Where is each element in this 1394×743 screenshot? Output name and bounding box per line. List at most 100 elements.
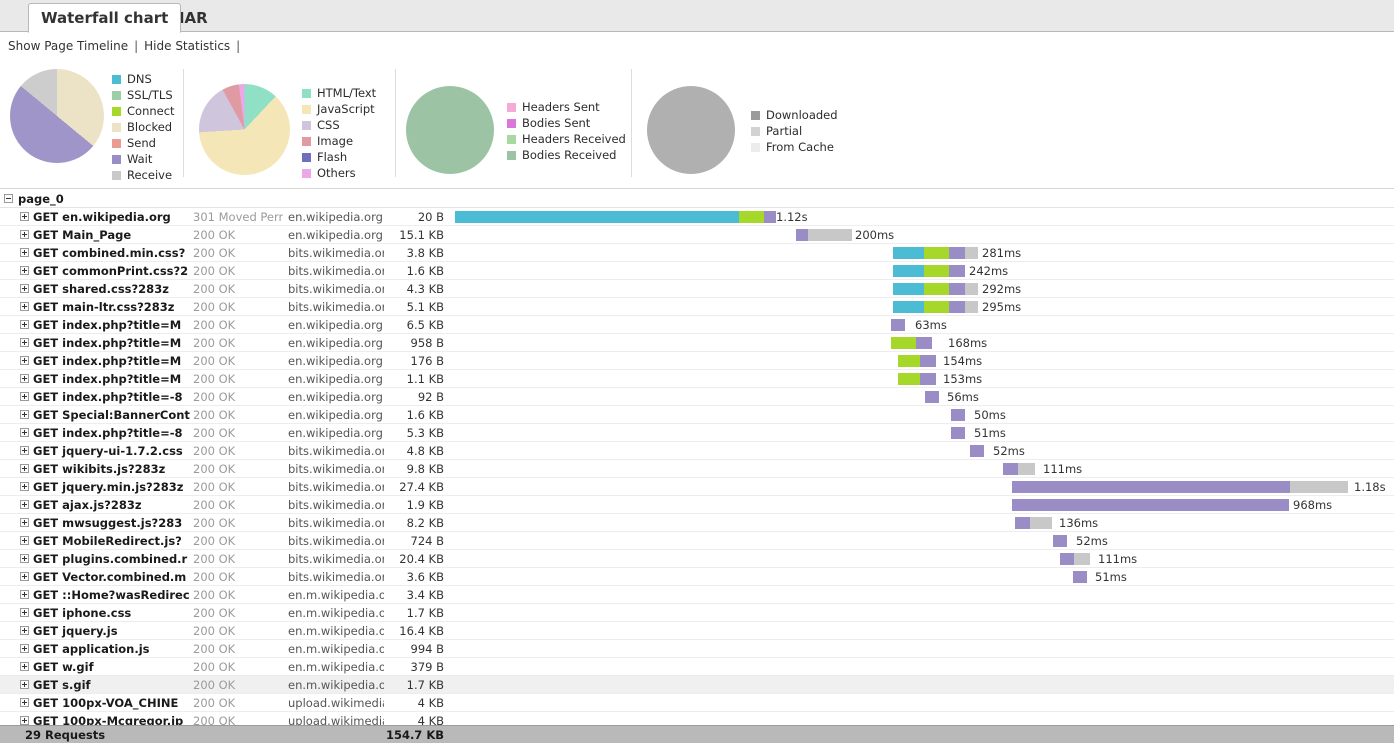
timeline-segment-receive [1290,481,1348,493]
expand-icon[interactable] [20,302,29,311]
table-row[interactable]: GET Vector.combined.m200 OKbits.wikimedi… [0,568,1394,586]
summary-bar: 29 Requests 154.7 KB [0,725,1394,743]
expand-icon[interactable] [20,356,29,365]
tab-waterfall-chart[interactable]: Waterfall chart [28,3,181,33]
table-row[interactable]: GET 100px-Mcgregor.jp200 OKupload.wikime… [0,712,1394,725]
expand-icon[interactable] [20,338,29,347]
transfer-legend-label: Bodies Sent [522,115,590,131]
table-row[interactable]: GET wikibits.js?283z200 OKbits.wikimedia… [0,460,1394,478]
waterfall-grid[interactable]: page_0 GET en.wikipedia.org301 Moved Per… [0,190,1394,725]
request-server: upload.wikimedia. [288,714,384,725]
expand-icon[interactable] [20,626,29,635]
content-legend-item: CSS [302,117,376,133]
table-row[interactable]: GET commonPrint.css?2200 OKbits.wikimedi… [0,262,1394,280]
expand-icon[interactable] [20,536,29,545]
cache-legend-label: Downloaded [766,107,838,123]
table-row[interactable]: GET index.php?title=-8200 OKen.wikipedia… [0,424,1394,442]
cache-legend-swatch-icon [751,127,760,136]
table-row[interactable]: GET en.wikipedia.org301 Moved Permaren.w… [0,208,1394,226]
content-legend-item: Others [302,165,376,181]
request-status: 200 OK [193,444,283,458]
table-row[interactable]: GET jquery.min.js?283z200 OKbits.wikimed… [0,478,1394,496]
transfer-legend-swatch-icon [507,151,516,160]
expand-icon[interactable] [20,284,29,293]
table-row[interactable]: GET jquery-ui-1.7.2.css200 OKbits.wikime… [0,442,1394,460]
expand-icon[interactable] [20,644,29,653]
expand-icon[interactable] [20,590,29,599]
expand-icon[interactable] [20,248,29,257]
expand-icon[interactable] [20,608,29,617]
table-row[interactable]: GET w.gif200 OKen.m.wikipedia.org379 B [0,658,1394,676]
expand-icon[interactable] [20,698,29,707]
expand-icon[interactable] [20,212,29,221]
expand-icon[interactable] [20,464,29,473]
expand-icon[interactable] [20,428,29,437]
request-size: 1.9 KB [376,498,444,512]
table-row[interactable]: GET iphone.css200 OKen.m.wikipedia.org1.… [0,604,1394,622]
expand-icon[interactable] [20,716,29,725]
expand-icon[interactable] [20,374,29,383]
table-row[interactable]: GET application.js200 OKen.m.wikipedia.o… [0,640,1394,658]
timeline-cell: 295ms [448,298,1394,315]
table-row[interactable]: GET main-ltr.css?283z200 OKbits.wikimedi… [0,298,1394,316]
request-name: GET index.php?title=M [33,318,193,332]
timings-legend-swatch-icon [112,75,121,84]
table-row[interactable]: GET index.php?title=M200 OKen.wikipedia.… [0,334,1394,352]
table-row[interactable]: GET shared.css?283z200 OKbits.wikimedia.… [0,280,1394,298]
table-row[interactable]: GET ::Home?wasRedirec200 OKen.m.wikipedi… [0,586,1394,604]
timeline-segment-connect [924,265,949,277]
expand-icon[interactable] [20,554,29,563]
table-row[interactable]: GET index.php?title=M200 OKen.wikipedia.… [0,352,1394,370]
cache-legend-swatch-icon [751,111,760,120]
timings-legend-swatch-icon [112,171,121,180]
expand-icon[interactable] [20,230,29,239]
timeline-segment-receive [965,301,978,313]
expand-icon[interactable] [20,680,29,689]
table-row[interactable]: GET Main_Page200 OKen.wikipedia.org15.1 … [0,226,1394,244]
expand-icon[interactable] [20,482,29,491]
cache-legend-label: From Cache [766,139,834,155]
timings-legend-label: SSL/TLS [127,87,173,103]
request-status: 200 OK [193,588,283,602]
table-row[interactable]: GET Special:BannerCont200 OKen.wikipedia… [0,406,1394,424]
transfer-legend-item: Headers Sent [507,99,626,115]
expand-icon[interactable] [20,500,29,509]
timeline-duration-label: 168ms [948,336,987,350]
table-row[interactable]: GET ajax.js?283z200 OKbits.wikimedia.org… [0,496,1394,514]
expand-icon[interactable] [20,572,29,581]
expand-icon[interactable] [20,392,29,401]
transfer-legend-swatch-icon [507,135,516,144]
expand-icon[interactable] [20,518,29,527]
table-row[interactable]: GET mwsuggest.js?283200 OKbits.wikimedia… [0,514,1394,532]
expand-icon[interactable] [20,320,29,329]
collapse-icon[interactable] [4,194,13,203]
page-group-row[interactable]: page_0 [0,190,1394,208]
table-row[interactable]: GET jquery.js200 OKen.m.wikipedia.org16.… [0,622,1394,640]
table-row[interactable]: GET index.php?title=M200 OKen.wikipedia.… [0,370,1394,388]
timeline-duration-label: 295ms [982,300,1021,314]
table-row[interactable]: GET index.php?title=-8200 OKen.wikipedia… [0,388,1394,406]
timings-pie-chart [10,69,104,163]
timings-legend: DNSSSL/TLSConnectBlockedSendWaitReceive [112,71,175,183]
request-name: GET wikibits.js?283z [33,462,193,476]
timings-legend-item: Blocked [112,119,175,135]
expand-icon[interactable] [20,446,29,455]
show-page-timeline-link[interactable]: Show Page Timeline [8,39,128,53]
expand-icon[interactable] [20,662,29,671]
request-server: bits.wikimedia.org [288,570,384,584]
table-row[interactable]: GET s.gif200 OKen.m.wikipedia.org1.7 KB [0,676,1394,694]
stat-group-cache: DownloadedPartialFrom Cache [632,59,882,187]
table-row[interactable]: GET MobileRedirect.js?200 OKbits.wikimed… [0,532,1394,550]
hide-statistics-link[interactable]: Hide Statistics [144,39,230,53]
table-row[interactable]: GET combined.min.css?200 OKbits.wikimedi… [0,244,1394,262]
expand-icon[interactable] [20,410,29,419]
cache-pie-chart [647,86,735,174]
table-row[interactable]: GET index.php?title=M200 OKen.wikipedia.… [0,316,1394,334]
request-name: GET Main_Page [33,228,193,242]
table-row[interactable]: GET plugins.combined.r200 OKbits.wikimed… [0,550,1394,568]
timeline-duration-label: 50ms [974,408,1006,422]
request-status: 200 OK [193,354,283,368]
table-row[interactable]: GET 100px-VOA_CHINE200 OKupload.wikimedi… [0,694,1394,712]
expand-icon[interactable] [20,266,29,275]
request-server: bits.wikimedia.org [288,516,384,530]
